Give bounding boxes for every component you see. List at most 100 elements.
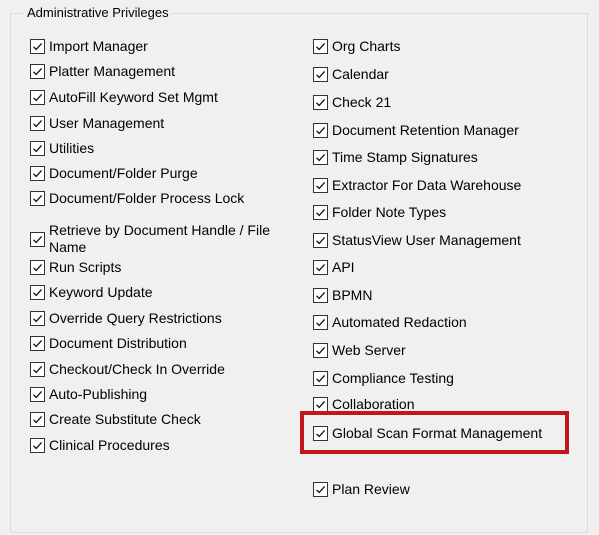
- checkbox-label: Keyword Update: [49, 284, 153, 300]
- checkbox-automated-redaction[interactable]: Automated Redaction: [313, 314, 467, 331]
- checkbox-box[interactable]: [30, 90, 45, 105]
- checkbox-autofill-keyword-set-mgmt[interactable]: AutoFill Keyword Set Mgmt: [30, 89, 218, 106]
- checkbox-label: Document/Folder Process Lock: [49, 190, 245, 206]
- checkbox-label: API: [332, 259, 355, 275]
- checkbox-web-server[interactable]: Web Server: [313, 342, 406, 359]
- checkbox-box[interactable]: [30, 336, 45, 351]
- checkbox-user-management[interactable]: User Management: [30, 115, 164, 132]
- checkbox-box[interactable]: [30, 231, 45, 247]
- checkbox-box[interactable]: [30, 412, 45, 427]
- checkbox-box[interactable]: [313, 178, 328, 193]
- checkmark-icon: [316, 374, 326, 383]
- checkbox-box[interactable]: [30, 311, 45, 326]
- checkbox-compliance-testing[interactable]: Compliance Testing: [313, 370, 454, 387]
- checkbox-box[interactable]: [30, 116, 45, 131]
- checkbox-box[interactable]: [313, 39, 328, 54]
- checkbox-clinical-procedures[interactable]: Clinical Procedures: [30, 437, 170, 454]
- group-legend: Administrative Privileges: [24, 4, 172, 22]
- checkbox-statusview-user-management[interactable]: StatusView User Management: [313, 232, 521, 249]
- checkbox-document-folder-purge[interactable]: Document/Folder Purge: [30, 165, 198, 182]
- checkbox-document-distribution[interactable]: Document Distribution: [30, 335, 187, 352]
- checkmark-icon: [33, 169, 43, 178]
- checkbox-bpmn[interactable]: BPMN: [313, 287, 372, 304]
- checkbox-box[interactable]: [30, 39, 45, 54]
- checkmark-icon: [33, 194, 43, 203]
- checkbox-document-folder-process-lock[interactable]: Document/Folder Process Lock: [30, 190, 244, 207]
- checkbox-box[interactable]: [30, 387, 45, 402]
- checkbox-label: Document Retention Manager: [332, 122, 519, 138]
- checkbox-box[interactable]: [313, 233, 328, 248]
- checkbox-time-stamp-signatures[interactable]: Time Stamp Signatures: [313, 149, 478, 166]
- checkmark-icon: [33, 42, 43, 51]
- checkbox-import-manager[interactable]: Import Manager: [30, 38, 148, 55]
- checkbox-box[interactable]: [313, 150, 328, 165]
- checkmark-icon: [316, 400, 326, 409]
- checkmark-icon: [316, 485, 326, 494]
- checkbox-platter-management[interactable]: Platter Management: [30, 63, 175, 80]
- checkbox-run-scripts[interactable]: Run Scripts: [30, 259, 121, 276]
- checkbox-document-retention-manager[interactable]: Document Retention Manager: [313, 122, 519, 139]
- checkbox-box[interactable]: [313, 123, 328, 138]
- checkbox-box[interactable]: [313, 288, 328, 303]
- checkmark-icon: [316, 263, 326, 272]
- checkbox-label: Org Charts: [332, 38, 401, 54]
- checkbox-check-21[interactable]: Check 21: [313, 94, 391, 111]
- checkbox-plan-review[interactable]: Plan Review: [313, 481, 410, 498]
- checkmark-icon: [316, 318, 326, 327]
- checkbox-label: AutoFill Keyword Set Mgmt: [49, 89, 218, 105]
- checkbox-box[interactable]: [313, 95, 328, 110]
- checkbox-label: Platter Management: [49, 63, 176, 79]
- checkbox-folder-note-types[interactable]: Folder Note Types: [313, 204, 446, 221]
- checkbox-box[interactable]: [313, 343, 328, 358]
- checkbox-box[interactable]: [313, 482, 328, 497]
- checkbox-box[interactable]: [30, 191, 45, 206]
- checkmark-icon: [316, 346, 326, 355]
- checkbox-auto-publishing[interactable]: Auto-Publishing: [30, 386, 147, 403]
- checkbox-create-substitute-check[interactable]: Create Substitute Check: [30, 411, 201, 428]
- highlight-box: [300, 411, 569, 454]
- checkbox-label: StatusView User Management: [332, 232, 521, 248]
- checkbox-retrieve-by-document-handle-file-name[interactable]: Retrieve by Document Handle / File Name: [30, 222, 284, 256]
- checkmark-icon: [316, 291, 326, 300]
- checkbox-box[interactable]: [313, 371, 328, 386]
- checkbox-box[interactable]: [313, 67, 328, 82]
- checkbox-box[interactable]: [30, 362, 45, 377]
- checkbox-checkout-check-in-override[interactable]: Checkout/Check In Override: [30, 361, 225, 378]
- checkbox-box[interactable]: [313, 260, 328, 275]
- checkbox-label: Calendar: [332, 66, 389, 82]
- checkbox-override-query-restrictions[interactable]: Override Query Restrictions: [30, 310, 222, 327]
- checkbox-box[interactable]: [30, 166, 45, 181]
- checkbox-api[interactable]: API: [313, 259, 355, 276]
- checkmark-icon: [33, 390, 43, 399]
- checkmark-icon: [33, 441, 43, 450]
- checkbox-box[interactable]: [313, 205, 328, 220]
- checkmark-icon: [316, 208, 326, 217]
- checkbox-label: Document/Folder Purge: [49, 165, 198, 181]
- checkbox-label: Plan Review: [332, 481, 410, 497]
- checkbox-label: BPMN: [332, 287, 373, 303]
- checkbox-utilities[interactable]: Utilities: [30, 140, 94, 157]
- checkbox-label: Auto-Publishing: [49, 386, 148, 402]
- checkbox-box[interactable]: [30, 438, 45, 453]
- checkbox-org-charts[interactable]: Org Charts: [313, 38, 400, 55]
- checkbox-box[interactable]: [313, 315, 328, 330]
- checkbox-box[interactable]: [30, 64, 45, 79]
- checkbox-box[interactable]: [30, 260, 45, 275]
- checkbox-label: User Management: [49, 115, 165, 131]
- checkbox-box[interactable]: [30, 141, 45, 156]
- checkbox-label: Time Stamp Signatures: [332, 149, 478, 165]
- checkbox-box[interactable]: [30, 285, 45, 300]
- checkmark-icon: [33, 144, 43, 153]
- checkbox-calendar[interactable]: Calendar: [313, 66, 389, 83]
- checkbox-label: Override Query Restrictions: [49, 310, 222, 326]
- checkmark-icon: [316, 236, 326, 245]
- checkbox-label: Import Manager: [49, 38, 148, 54]
- checkbox-label: Retrieve by Document Handle / File Name: [49, 222, 270, 255]
- checkbox-extractor-for-data-warehouse[interactable]: Extractor For Data Warehouse: [313, 177, 521, 194]
- checkmark-icon: [33, 415, 43, 424]
- checkbox-label: Folder Note Types: [332, 204, 447, 220]
- checkbox-box[interactable]: [313, 397, 328, 412]
- checkbox-label: Extractor For Data Warehouse: [332, 177, 522, 193]
- checkmark-icon: [33, 288, 43, 297]
- checkbox-keyword-update[interactable]: Keyword Update: [30, 284, 153, 301]
